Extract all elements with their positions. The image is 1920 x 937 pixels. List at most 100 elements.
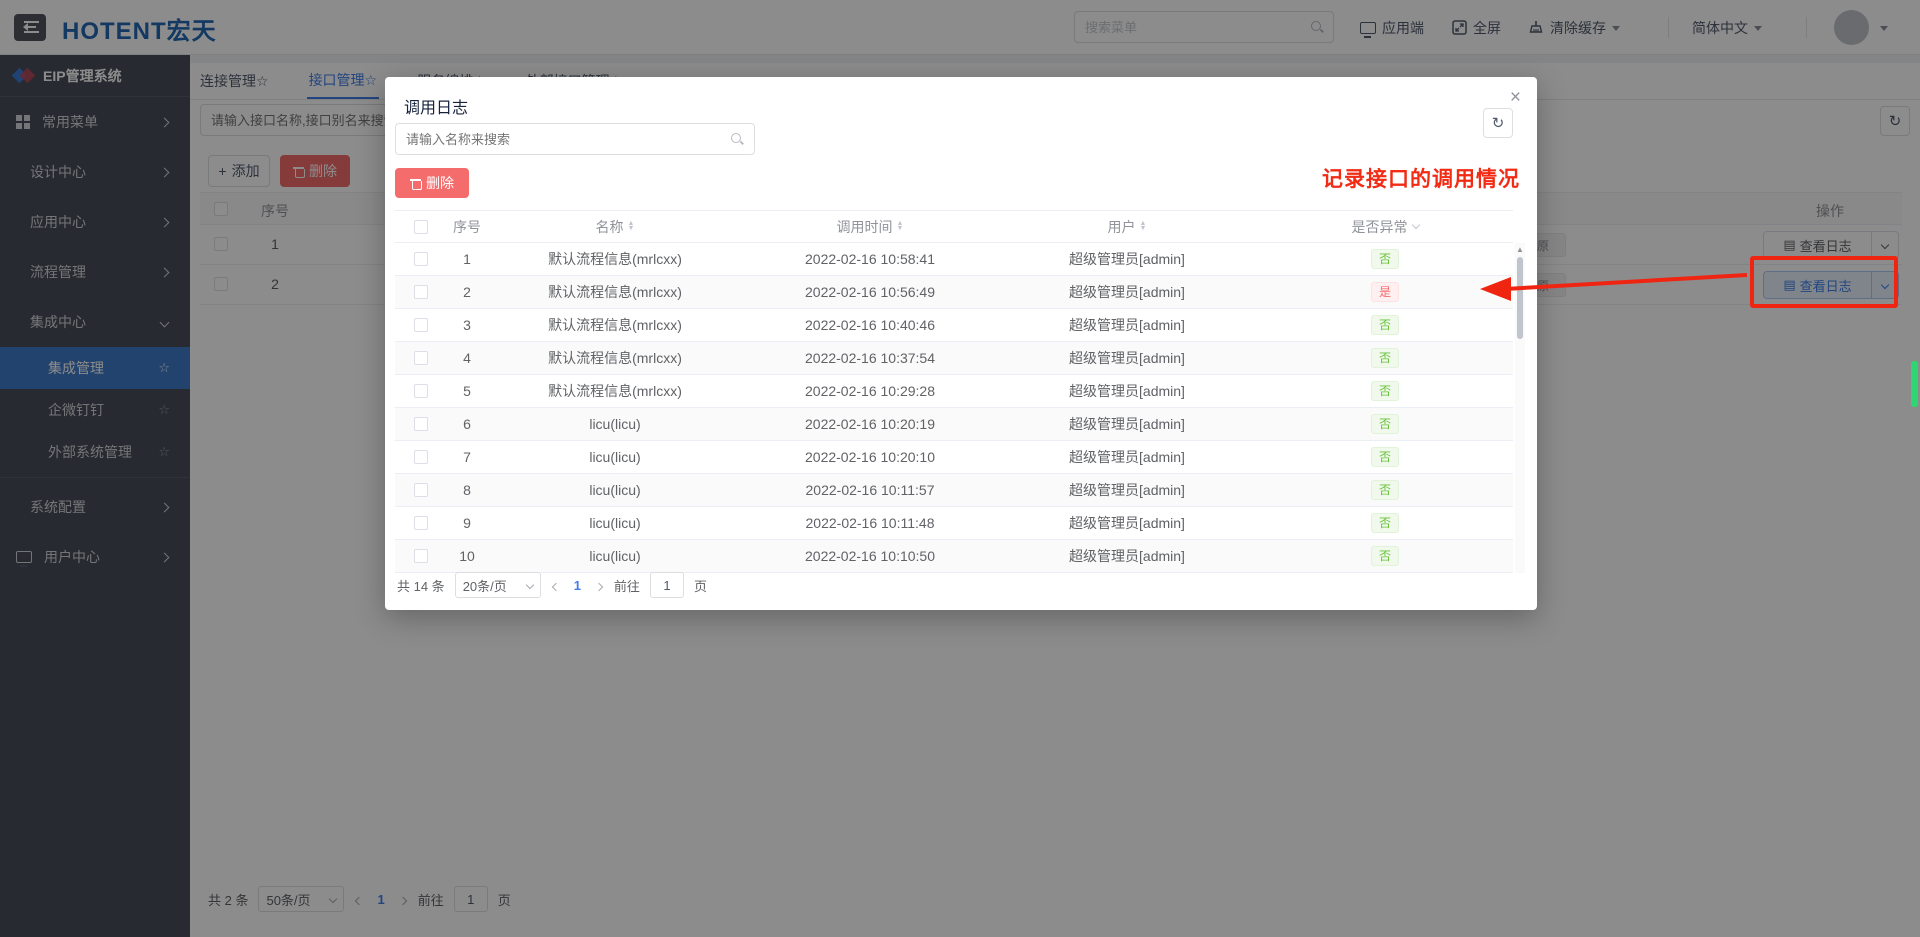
cell-name: licu(licu) [487, 482, 743, 498]
sort-icon[interactable]: ▲▼ [897, 222, 904, 230]
cell-time: 2022-02-16 10:11:57 [743, 482, 997, 498]
goto-label: 前往 [614, 576, 640, 595]
abnormal-badge: 否 [1371, 315, 1399, 335]
row-checkbox[interactable] [414, 417, 428, 431]
abnormal-badge: 否 [1371, 381, 1399, 401]
row-checkbox[interactable] [414, 450, 428, 464]
abnormal-badge: 否 [1371, 513, 1399, 533]
cell-name: licu(licu) [487, 449, 743, 465]
call-log-table: 序号 名称▲▼ 调用时间▲▼ 用户▲▼ 是否异常 1 默认流程信息(mrlcxx… [395, 210, 1513, 573]
column-header-user[interactable]: 用户▲▼ [997, 217, 1257, 237]
column-header-index: 序号 [447, 217, 487, 237]
cell-index: 10 [447, 548, 487, 564]
cell-name: 默认流程信息(mrlcxx) [487, 282, 743, 302]
row-checkbox[interactable] [414, 483, 428, 497]
trash-icon [410, 177, 421, 189]
cell-user: 超级管理员[admin] [997, 480, 1257, 500]
log-search-input[interactable] [406, 124, 721, 154]
cell-index: 7 [447, 449, 487, 465]
row-checkbox[interactable] [414, 318, 428, 332]
table-row: 1 默认流程信息(mrlcxx) 2022-02-16 10:58:41 超级管… [395, 243, 1513, 276]
cell-name: 默认流程信息(mrlcxx) [487, 381, 743, 401]
page-size-select[interactable]: 20条/页 [455, 572, 541, 598]
table-body: 1 默认流程信息(mrlcxx) 2022-02-16 10:58:41 超级管… [395, 243, 1513, 573]
chevron-down-icon [525, 581, 533, 589]
row-checkbox[interactable] [414, 285, 428, 299]
cell-index: 6 [447, 416, 487, 432]
row-checkbox[interactable] [414, 516, 428, 530]
sort-icon[interactable]: ▲▼ [1140, 222, 1147, 230]
table-row: 10 licu(licu) 2022-02-16 10:10:50 超级管理员[… [395, 540, 1513, 573]
cell-user: 超级管理员[admin] [997, 249, 1257, 269]
table-header-row: 序号 名称▲▼ 调用时间▲▼ 用户▲▼ 是否异常 [395, 210, 1513, 243]
table-row: 4 默认流程信息(mrlcxx) 2022-02-16 10:37:54 超级管… [395, 342, 1513, 375]
abnormal-badge: 否 [1371, 249, 1399, 269]
table-row: 5 默认流程信息(mrlcxx) 2022-02-16 10:29:28 超级管… [395, 375, 1513, 408]
cell-user: 超级管理员[admin] [997, 513, 1257, 533]
abnormal-badge: 是 [1371, 282, 1399, 302]
abnormal-badge: 否 [1371, 348, 1399, 368]
cell-time: 2022-02-16 10:40:46 [743, 317, 997, 333]
table-row: 9 licu(licu) 2022-02-16 10:11:48 超级管理员[a… [395, 507, 1513, 540]
dialog-refresh-button[interactable]: ↻ [1483, 108, 1513, 138]
annotation-note: 记录接口的调用情况 [1322, 163, 1520, 193]
cell-name: 默认流程信息(mrlcxx) [487, 348, 743, 368]
cell-name: licu(licu) [487, 515, 743, 531]
cell-index: 9 [447, 515, 487, 531]
table-row: 2 默认流程信息(mrlcxx) 2022-02-16 10:56:49 超级管… [395, 276, 1513, 309]
row-checkbox[interactable] [414, 384, 428, 398]
scrollbar-marker [1911, 361, 1918, 407]
table-row: 6 licu(licu) 2022-02-16 10:20:19 超级管理员[a… [395, 408, 1513, 441]
row-checkbox[interactable] [414, 549, 428, 563]
cell-user: 超级管理员[admin] [997, 348, 1257, 368]
cell-user: 超级管理员[admin] [997, 447, 1257, 467]
log-search-box [395, 123, 755, 155]
cell-user: 超级管理员[admin] [997, 282, 1257, 302]
abnormal-badge: 否 [1371, 414, 1399, 434]
cell-time: 2022-02-16 10:20:19 [743, 416, 997, 432]
cell-name: licu(licu) [487, 548, 743, 564]
column-header-time[interactable]: 调用时间▲▼ [743, 217, 997, 237]
select-all-checkbox[interactable] [414, 220, 428, 234]
row-checkbox[interactable] [414, 351, 428, 365]
next-page-button[interactable] [594, 578, 604, 593]
goto-page-input[interactable] [650, 572, 684, 598]
cell-time: 2022-02-16 10:20:10 [743, 449, 997, 465]
application-window: HOTENT宏天 应用端 全屏 清除缓存 简体中文 [0, 0, 1920, 937]
close-icon[interactable]: × [1510, 87, 1521, 109]
cell-name: 默认流程信息(mrlcxx) [487, 249, 743, 269]
cell-time: 2022-02-16 10:11:48 [743, 515, 997, 531]
current-page-button[interactable]: 1 [571, 578, 584, 593]
dialog-pagination: 共 14 条 20条/页 1 前往 页 [397, 572, 707, 598]
dialog-title: 调用日志 [404, 94, 468, 118]
cell-index: 4 [447, 350, 487, 366]
cell-time: 2022-02-16 10:56:49 [743, 284, 997, 300]
abnormal-badge: 否 [1371, 546, 1399, 566]
row-checkbox[interactable] [414, 252, 428, 266]
cell-index: 2 [447, 284, 487, 300]
sort-icon[interactable]: ▲▼ [628, 222, 635, 230]
cell-user: 超级管理员[admin] [997, 546, 1257, 566]
cell-user: 超级管理员[admin] [997, 381, 1257, 401]
cell-name: licu(licu) [487, 416, 743, 432]
search-icon [730, 132, 744, 146]
dialog-delete-button[interactable]: 删除 [395, 168, 469, 198]
prev-page-button[interactable] [551, 578, 561, 593]
cell-index: 1 [447, 251, 487, 267]
call-log-dialog: 调用日志 × ↻ 删除 序号 名称▲▼ 调用时间▲▼ 用户▲▼ 是否异常 1 [385, 77, 1537, 610]
cell-index: 3 [447, 317, 487, 333]
cell-user: 超级管理员[admin] [997, 414, 1257, 434]
cell-time: 2022-02-16 10:58:41 [743, 251, 997, 267]
table-row: 3 默认流程信息(mrlcxx) 2022-02-16 10:40:46 超级管… [395, 309, 1513, 342]
table-row: 8 licu(licu) 2022-02-16 10:11:57 超级管理员[a… [395, 474, 1513, 507]
cell-time: 2022-02-16 10:29:28 [743, 383, 997, 399]
column-header-name[interactable]: 名称▲▼ [487, 217, 743, 237]
total-count: 共 14 条 [397, 576, 445, 595]
cell-user: 超级管理员[admin] [997, 315, 1257, 335]
abnormal-badge: 否 [1371, 480, 1399, 500]
annotation-rectangle [1750, 256, 1898, 308]
column-header-abnormal[interactable]: 是否异常 [1257, 217, 1513, 237]
table-row: 7 licu(licu) 2022-02-16 10:20:10 超级管理员[a… [395, 441, 1513, 474]
scroll-up-arrow[interactable]: ▲ [1516, 245, 1524, 254]
abnormal-badge: 否 [1371, 447, 1399, 467]
